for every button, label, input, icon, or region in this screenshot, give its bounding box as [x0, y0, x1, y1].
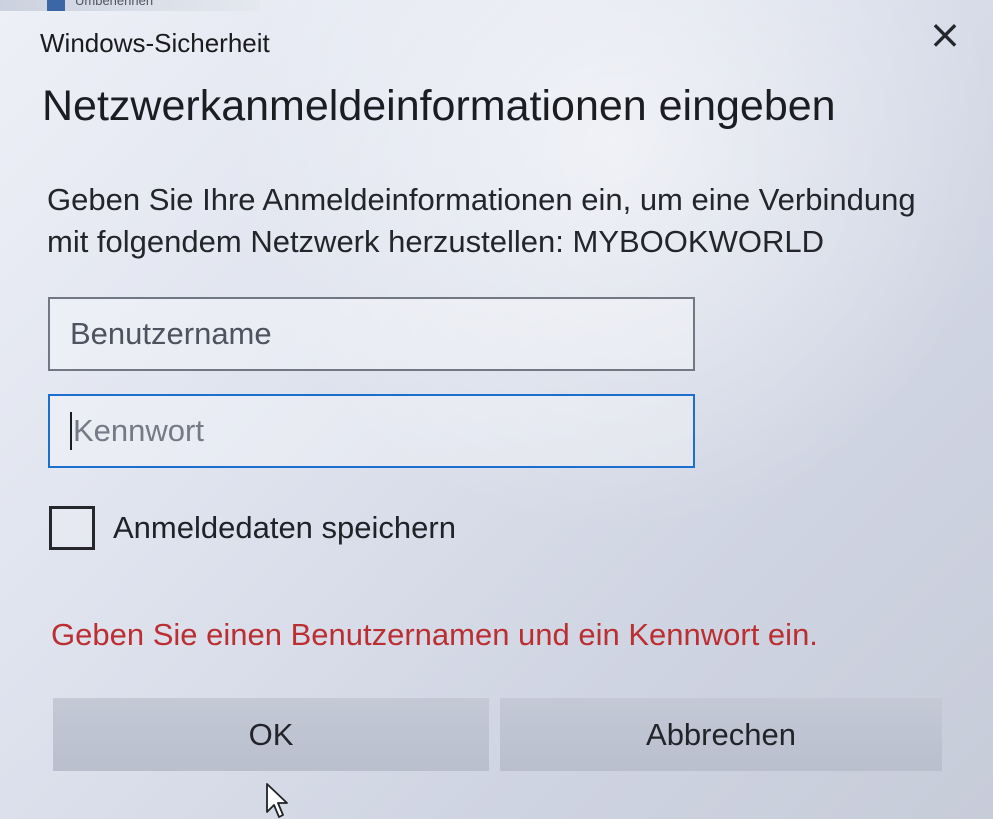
dialog-heading: Netzwerkanmeldeinformationen eingeben [42, 82, 836, 130]
username-placeholder: Benutzername [70, 316, 272, 351]
username-field[interactable]: Benutzername [48, 297, 695, 371]
cancel-button[interactable]: Abbrechen [500, 698, 942, 771]
text-cursor [70, 412, 72, 450]
dialog-description: Geben Sie Ihre Anmeldeinformationen ein,… [47, 179, 937, 263]
close-button[interactable]: × [915, 13, 975, 57]
password-field[interactable]: Kennwort [48, 394, 695, 468]
credentials-dialog: Windows-Sicherheit × Netzwerkanmeldeinfo… [0, 0, 993, 819]
ok-button[interactable]: OK [53, 698, 489, 771]
description-line-1: Geben Sie Ihre Anmeldeinformationen ein,… [47, 182, 916, 217]
error-message: Geben Sie einen Benutzernamen und ein Ke… [51, 617, 818, 652]
window-title: Windows-Sicherheit [40, 28, 270, 58]
remember-credentials-checkbox[interactable] [49, 506, 95, 550]
password-placeholder: Kennwort [73, 413, 204, 448]
screen: Umbenennen Windows-Sicherheit × Netzwerk… [0, 0, 993, 819]
mouse-pointer-icon [266, 783, 288, 818]
remember-credentials-row[interactable]: Anmeldedaten speichern [49, 506, 456, 550]
remember-credentials-label[interactable]: Anmeldedaten speichern [113, 510, 456, 546]
description-line-2: mit folgendem Netzwerk herzustellen: MYB… [47, 224, 824, 259]
close-icon: × [928, 12, 962, 58]
